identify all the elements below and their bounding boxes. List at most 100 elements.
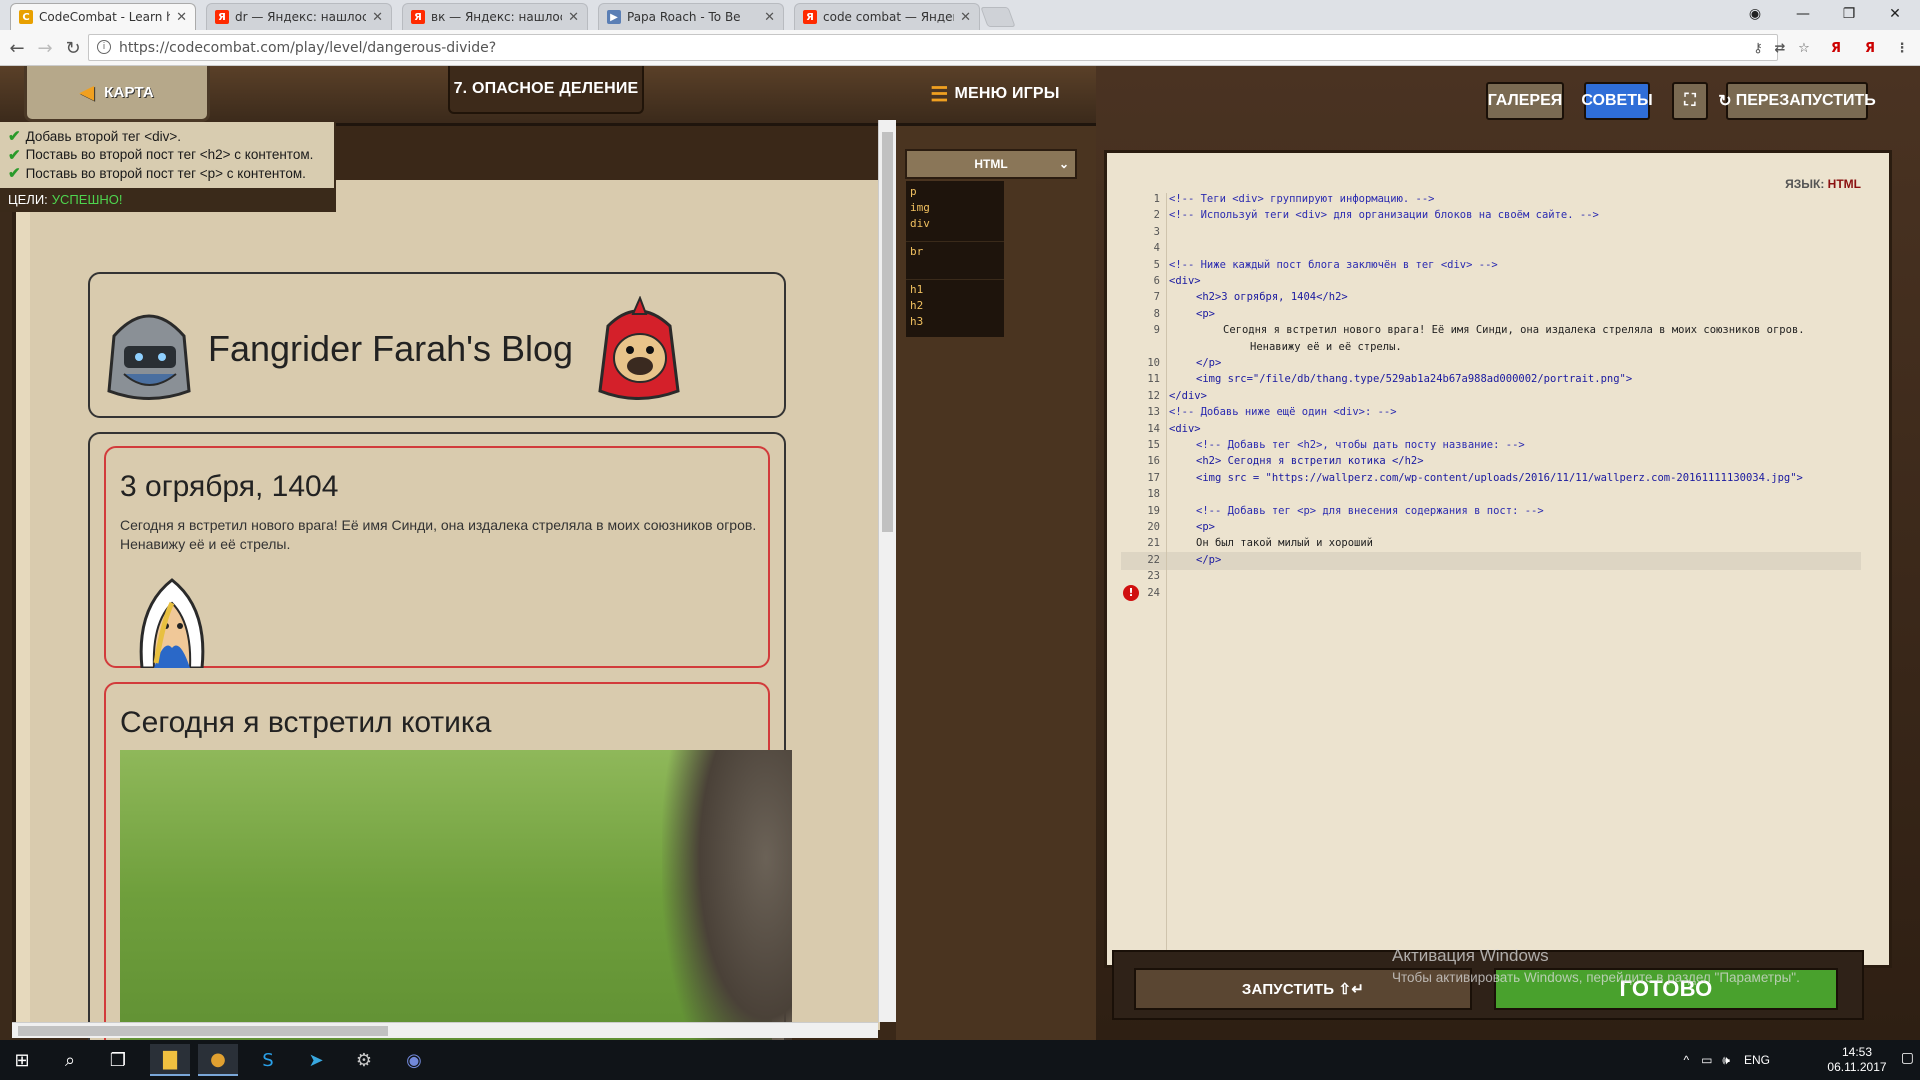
- new-tab-button[interactable]: [980, 7, 1016, 27]
- line-number: 14: [1147, 422, 1160, 435]
- code-line[interactable]: </p>: [1169, 554, 1221, 566]
- network-icon[interactable]: ▭: [1701, 1053, 1712, 1067]
- browser-tab[interactable]: Явк — Яндекс: нашлось 2 ✕: [402, 3, 588, 30]
- language-indicator[interactable]: ENG: [1744, 1053, 1770, 1067]
- close-tab-icon[interactable]: ✕: [960, 10, 971, 25]
- reload-icon[interactable]: ↻: [60, 36, 86, 60]
- blog-post: Сегодня я встретил котика: [104, 682, 792, 1080]
- skype-icon[interactable]: S: [248, 1044, 288, 1076]
- palette-item[interactable]: h1: [910, 283, 923, 296]
- preview-vertical-scrollbar[interactable]: [878, 120, 896, 1022]
- hints-button[interactable]: СОВЕТЫ: [1581, 82, 1653, 120]
- browser-tab-bar: C CodeCombat - Learn ho ✕ Яdr — Яндекс: наш…: [0, 0, 1920, 30]
- close-window-button[interactable]: ✕: [1872, 0, 1918, 28]
- code-line[interactable]: <!-- Добавь тег <h2>, чтобы дать посту н…: [1169, 439, 1525, 451]
- browser-tab[interactable]: ▶ Papa Roach - To Be ✕: [598, 3, 784, 30]
- goal-text: Поставь во второй пост тег <p> с контент…: [25, 165, 306, 181]
- app-icon[interactable]: ⚙: [344, 1044, 384, 1076]
- search-icon[interactable]: ⌕: [50, 1044, 90, 1076]
- code-line[interactable]: <h2> Сегодня я встретил котика </h2>: [1169, 455, 1424, 467]
- palette-item[interactable]: br: [910, 245, 923, 258]
- profile-icon[interactable]: ◉: [1732, 0, 1778, 28]
- browser-toolbar: ← → ↻ i https://codecombat.com/play/leve…: [0, 30, 1920, 66]
- restart-button[interactable]: ↻ ПЕРЕЗАПУСТИТЬ: [1718, 82, 1876, 120]
- chevron-down-icon: ⌄: [1058, 157, 1069, 171]
- game-menu-button[interactable]: ☰ МЕНЮ ИГРЫ: [920, 74, 1070, 114]
- goal-item: ✔ Добавь второй тег <div>.: [8, 127, 334, 146]
- error-icon[interactable]: !: [1123, 584, 1139, 601]
- code-line[interactable]: <h2>3 огрября, 1404</h2>: [1169, 291, 1348, 303]
- goal-text: Добавь второй тег <div>.: [25, 128, 181, 144]
- browser-tab[interactable]: Яcode combat — Яндекс ✕: [794, 3, 980, 30]
- code-line[interactable]: Ненавижу её и её стрелы.: [1169, 341, 1402, 353]
- language-value: HTML: [1827, 177, 1861, 191]
- code-line[interactable]: <img src="/file/db/thang.type/529ab1a24b…: [1169, 373, 1632, 385]
- restart-icon: ↻: [1718, 93, 1732, 110]
- palette-item[interactable]: img: [910, 201, 930, 214]
- maximize-button[interactable]: ❐: [1826, 0, 1872, 28]
- map-button[interactable]: ◀ КАРТА: [24, 66, 210, 122]
- start-icon[interactable]: ⊞: [2, 1044, 42, 1076]
- close-tab-icon[interactable]: ✕: [372, 10, 383, 25]
- browser-tab[interactable]: Яdr — Яндекс: нашлось 4 ✕: [206, 3, 392, 30]
- checkmark-icon: ✔: [8, 128, 21, 146]
- palette-item[interactable]: h3: [910, 315, 923, 328]
- code-line[interactable]: <div>: [1169, 423, 1201, 435]
- code-line[interactable]: Сегодня я встретил нового врага! Её имя …: [1169, 324, 1805, 336]
- minimize-button[interactable]: —: [1780, 0, 1826, 28]
- yandex-extension-icon[interactable]: Я: [1826, 38, 1846, 58]
- back-icon[interactable]: ←: [4, 36, 30, 60]
- close-tab-icon[interactable]: ✕: [568, 10, 579, 25]
- code-line[interactable]: <p>: [1169, 308, 1215, 320]
- code-line[interactable]: <!-- Добавь тег <p> для внесения содержа…: [1169, 505, 1544, 517]
- address-bar[interactable]: i https://codecombat.com/play/level/dang…: [88, 34, 1778, 61]
- line-number: 21: [1147, 537, 1160, 550]
- chrome-icon[interactable]: ●: [198, 1044, 238, 1076]
- task-view-icon[interactable]: ❐: [98, 1044, 138, 1076]
- palette-item[interactable]: p: [910, 185, 917, 198]
- close-tab-icon[interactable]: ✕: [764, 10, 775, 25]
- close-tab-icon[interactable]: ✕: [176, 10, 187, 25]
- forward-icon[interactable]: →: [32, 36, 58, 60]
- chevron-up-icon[interactable]: ^: [1683, 1053, 1689, 1067]
- clock[interactable]: 14:53 06.11.2017: [1822, 1045, 1892, 1075]
- preview-horizontal-scrollbar[interactable]: [12, 1022, 878, 1038]
- key-icon[interactable]: ⚷: [1748, 38, 1768, 58]
- telegram-icon[interactable]: ➤: [296, 1044, 336, 1076]
- fullscreen-button[interactable]: ⛶: [1672, 82, 1708, 120]
- game-menu-label: МЕНЮ ИГРЫ: [954, 85, 1060, 102]
- discord-icon[interactable]: ◉: [394, 1044, 434, 1076]
- scroll-thumb[interactable]: [18, 1026, 388, 1036]
- yandex-extension-icon-2[interactable]: Я: [1860, 38, 1880, 58]
- palette-item[interactable]: div: [910, 217, 930, 230]
- line-number: 17: [1147, 471, 1160, 484]
- volume-icon[interactable]: 🕪: [1722, 1053, 1730, 1068]
- bookmark-star-icon[interactable]: ☆: [1794, 38, 1814, 58]
- info-icon[interactable]: i: [97, 40, 111, 54]
- level-preview: Fangrider Farah's Blog 3 огрября, 1404 С…: [12, 180, 880, 1080]
- code-line[interactable]: <!-- Добавь ниже ещё один <div>: -->: [1169, 406, 1397, 418]
- code-line[interactable]: </div>: [1169, 390, 1207, 402]
- restart-label: ПЕРЕЗАПУСТИТЬ: [1735, 92, 1876, 109]
- file-explorer-icon[interactable]: ▇: [150, 1044, 190, 1076]
- code-line[interactable]: </p>: [1169, 357, 1221, 369]
- code-line[interactable]: <div>: [1169, 275, 1201, 287]
- code-line[interactable]: <!-- Теги <div> группируют информацию. -…: [1169, 193, 1435, 205]
- code-line[interactable]: <!-- Ниже каждый пост блога заключён в т…: [1169, 259, 1498, 271]
- palette-item[interactable]: h2: [910, 299, 923, 312]
- notifications-icon[interactable]: ▢: [1901, 1050, 1914, 1066]
- level-title: 7. ОПАСНОЕ ДЕЛЕНИЕ: [448, 66, 644, 114]
- gallery-button[interactable]: ГАЛЕРЕЯ: [1486, 82, 1564, 120]
- palette-header[interactable]: HTML ⌄: [905, 149, 1077, 179]
- scroll-thumb[interactable]: [882, 132, 893, 532]
- code-editor[interactable]: ЯЗЫК: HTML 1 2 3 4 5 6 7 8 9 10 11 12 13 14 15 16 17 18 19…: [1104, 150, 1892, 968]
- chrome-menu-icon[interactable]: ⋮: [1892, 38, 1912, 58]
- code-line[interactable]: <!-- Используй теги <div> для организаци…: [1169, 209, 1599, 221]
- line-number: 19: [1147, 504, 1160, 517]
- code-line[interactable]: <p>: [1169, 521, 1215, 533]
- translate-icon[interactable]: ⇄: [1770, 38, 1790, 58]
- language-label: ЯЗЫК:: [1785, 177, 1825, 191]
- code-line[interactable]: <img src = "https://wallperz.com/wp-cont…: [1169, 472, 1803, 484]
- browser-tab[interactable]: C CodeCombat - Learn ho ✕: [10, 3, 196, 30]
- code-line[interactable]: Он был такой милый и хороший: [1169, 537, 1373, 549]
